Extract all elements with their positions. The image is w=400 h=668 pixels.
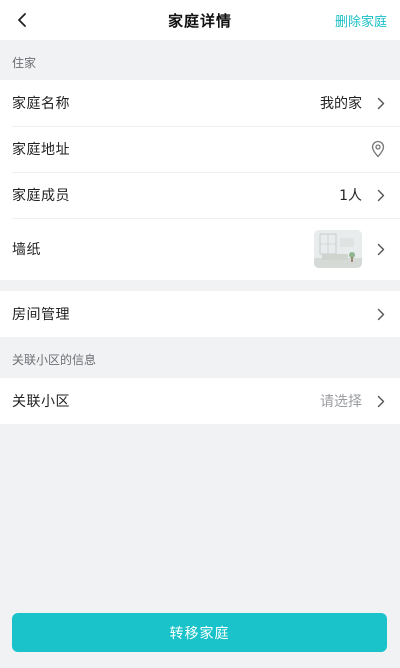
row-label: 墙纸: [12, 242, 41, 258]
row-label: 关联小区: [12, 394, 70, 410]
family-details-page: 家庭详情 删除家庭 住家 家庭名称 我的家 家庭地址 家庭成员 1人 墙纸 房间…: [0, 0, 400, 668]
row-linked-community[interactable]: 关联小区 请选择: [0, 378, 400, 424]
chevron-right-icon: [376, 96, 386, 110]
wallpaper-thumbnail: [314, 230, 362, 268]
chevron-right-icon: [376, 188, 386, 202]
row-family-members[interactable]: 家庭成员 1人: [0, 172, 400, 218]
row-label: 家庭成员: [12, 188, 70, 204]
row-family-name[interactable]: 家庭名称 我的家: [0, 80, 400, 126]
row-value: 我的家: [320, 96, 362, 112]
section-label-community-info: 关联小区的信息: [12, 353, 97, 367]
row-value: 1人: [339, 188, 362, 204]
top-bar: 家庭详情 删除家庭: [0, 0, 400, 40]
row-value: 请选择: [320, 394, 362, 410]
page-title: 家庭详情: [167, 11, 232, 30]
row-room-management[interactable]: 房间管理: [0, 291, 400, 337]
chevron-right-icon: [376, 242, 386, 256]
location-pin-icon[interactable]: [370, 140, 386, 158]
section-label-home: 住家: [12, 56, 37, 70]
delete-family-button[interactable]: 删除家庭: [335, 11, 387, 30]
back-button[interactable]: [8, 6, 36, 34]
row-label: 家庭名称: [12, 96, 70, 112]
room-management-card: 房间管理: [0, 291, 400, 337]
home-settings-card: 家庭名称 我的家 家庭地址 家庭成员 1人 墙纸: [0, 80, 400, 280]
row-label: 家庭地址: [12, 142, 70, 158]
chevron-right-icon: [376, 307, 386, 321]
chevron-left-icon: [18, 13, 26, 27]
transfer-family-button[interactable]: 转移家庭: [12, 613, 387, 652]
row-wallpaper[interactable]: 墙纸: [0, 218, 400, 280]
community-card: 关联小区 请选择: [0, 378, 400, 424]
row-label: 房间管理: [12, 307, 70, 323]
row-family-address[interactable]: 家庭地址: [0, 126, 400, 172]
chevron-right-icon: [376, 394, 386, 408]
